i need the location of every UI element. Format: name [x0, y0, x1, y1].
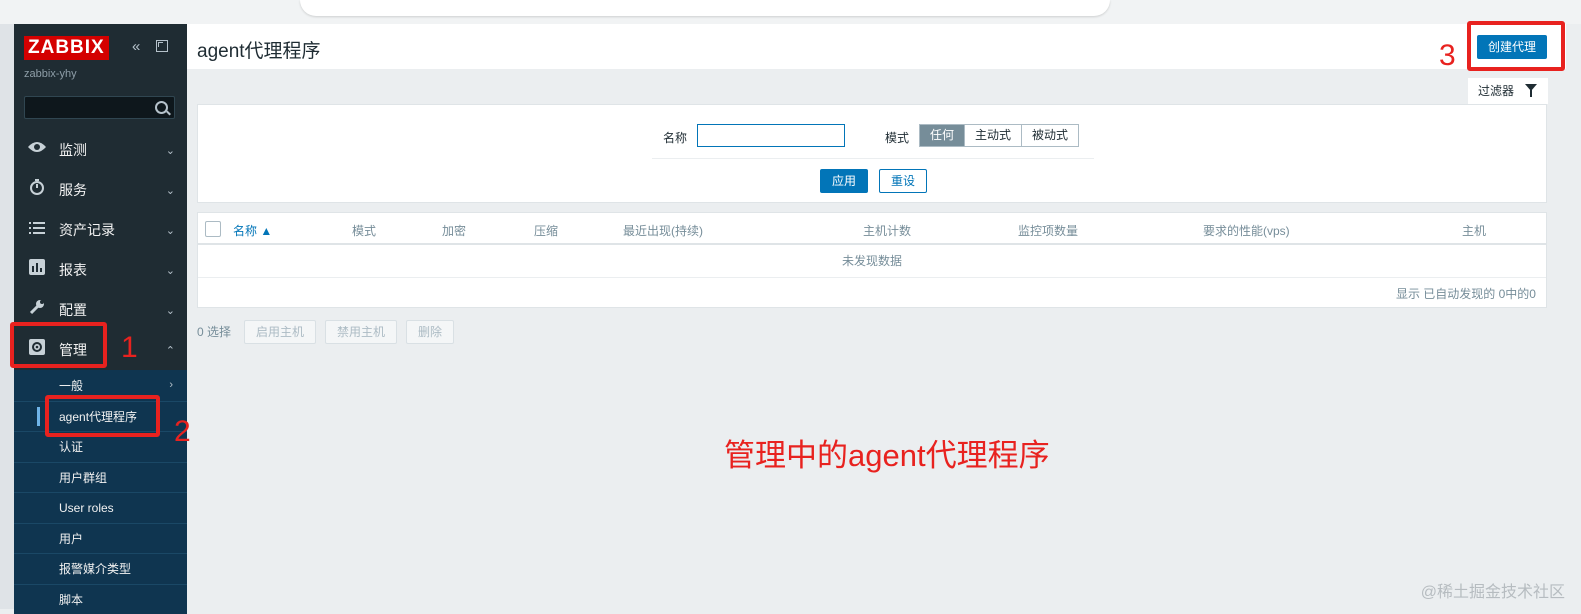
submenu-item-media-types[interactable]: 报警媒介类型: [14, 553, 187, 584]
table-empty-row: 未发现数据: [198, 245, 1546, 278]
filter-divider: [652, 158, 1094, 159]
enable-hosts-button[interactable]: 启用主机: [244, 320, 316, 344]
menu-item-inventory[interactable]: 资产记录 ⌄: [14, 210, 187, 250]
filter-tab[interactable]: 过滤器: [1468, 78, 1548, 104]
menu-item-services[interactable]: 服务 ⌄: [14, 170, 187, 210]
annotation-step-3: 3: [1439, 41, 1456, 71]
filter-mode-selector: 任何 主动式 被动式: [919, 124, 1079, 147]
filter-name-input[interactable]: [697, 124, 845, 147]
filter-mode-label: 模式: [885, 129, 909, 146]
chevron-down-icon: ⌄: [166, 184, 175, 197]
annotation-box-create: [1467, 21, 1565, 71]
annotation-box-proxies: [45, 395, 160, 437]
wrench-icon: [26, 299, 48, 321]
disable-hosts-button[interactable]: 禁用主机: [325, 320, 397, 344]
mode-option-active[interactable]: 主动式: [964, 125, 1021, 146]
selected-count: 0 选择: [197, 323, 231, 340]
chevron-up-icon: ⌃: [166, 344, 175, 357]
submenu-label: 用户: [59, 530, 83, 547]
menu-label: 资产记录: [59, 220, 115, 240]
kiosk-mode-icon[interactable]: [156, 40, 168, 52]
proxies-table: 名称 ▲ 模式 加密 压缩 最近出现(持续) 主机计数 监控项数量 要求的性能(…: [197, 212, 1547, 308]
watermark: @稀土掘金技术社区: [1421, 578, 1565, 602]
server-name: zabbix-yhy: [24, 68, 77, 80]
submenu-item-scripts[interactable]: 脚本: [14, 584, 187, 614]
eye-icon: [26, 140, 48, 160]
sidebar-search-input[interactable]: [24, 96, 175, 119]
menu-label: 配置: [59, 300, 87, 320]
annotation-step-2: 2: [174, 417, 191, 447]
column-required-vps: 要求的性能(vps): [1203, 222, 1290, 239]
chevron-down-icon: ⌄: [166, 304, 175, 317]
main-menu: 监测 ⌄ 服务 ⌄ 资产记录 ⌄ 报表 ⌄: [14, 130, 187, 614]
menu-label: 服务: [59, 180, 87, 200]
column-host-count: 主机计数: [863, 222, 911, 239]
sidebar: ZABBIX « zabbix-yhy 监测 ⌄ 服务 ⌄ 资产记录 ⌄: [14, 24, 187, 609]
column-mode: 模式: [352, 222, 376, 239]
column-compression: 压缩: [534, 222, 558, 239]
menu-label: 报表: [59, 260, 87, 280]
column-encryption: 加密: [442, 222, 466, 239]
column-item-count: 监控项数量: [1018, 222, 1078, 239]
submenu-label: 报警媒介类型: [59, 560, 131, 577]
reset-button[interactable]: 重设: [879, 169, 927, 193]
mode-option-any[interactable]: 任何: [920, 125, 964, 146]
table-pager-text: 显示 已自动发现的 0中的0: [1396, 285, 1536, 302]
chevron-down-icon: ⌄: [166, 144, 175, 157]
menu-label: 监测: [59, 140, 87, 160]
list-icon: [26, 220, 48, 240]
filter-panel: 名称 模式 任何 主动式 被动式 应用 重设: [197, 104, 1547, 203]
collapse-sidebar-icon[interactable]: «: [132, 38, 140, 56]
zabbix-logo[interactable]: ZABBIX: [24, 36, 109, 60]
chevron-down-icon: ⌄: [166, 264, 175, 277]
submenu-label: User roles: [59, 501, 114, 515]
submenu-label: 用户群组: [59, 469, 107, 486]
search-icon[interactable]: [155, 101, 168, 114]
submenu-item-users[interactable]: 用户: [14, 523, 187, 554]
filter-tab-label: 过滤器: [1478, 78, 1514, 104]
apply-button[interactable]: 应用: [820, 169, 868, 193]
browser-address-bar[interactable]: [300, 0, 1110, 16]
annotation-step-1: 1: [121, 333, 138, 363]
submenu-label: 认证: [59, 438, 83, 455]
column-last-seen: 最近出现(持续): [623, 222, 703, 239]
filter-name-label: 名称: [663, 129, 687, 146]
menu-item-reports[interactable]: 报表 ⌄: [14, 250, 187, 290]
browser-side-strip: [0, 24, 15, 609]
table-header: 名称 ▲ 模式 加密 压缩 最近出现(持续) 主机计数 监控项数量 要求的性能(…: [198, 213, 1546, 245]
column-hosts: 主机: [1462, 222, 1486, 239]
submenu-label: 脚本: [59, 591, 83, 608]
filter-icon: [1525, 84, 1537, 91]
column-name[interactable]: 名称 ▲: [233, 222, 272, 239]
annotation-caption: 管理中的agent代理程序: [724, 430, 1050, 475]
chevron-right-icon: ›: [169, 379, 173, 391]
bar-chart-icon: [26, 259, 48, 281]
menu-item-monitoring[interactable]: 监测 ⌄: [14, 130, 187, 170]
delete-button[interactable]: 删除: [406, 320, 454, 344]
annotation-box-administration: [10, 322, 107, 368]
submenu-item-user-groups[interactable]: 用户群组: [14, 462, 187, 493]
chevron-down-icon: ⌄: [166, 224, 175, 237]
submenu-item-user-roles[interactable]: User roles: [14, 492, 187, 523]
page-header: agent代理程序 创建代理: [187, 24, 1566, 69]
clock-icon: [26, 179, 48, 201]
select-all-checkbox[interactable]: [205, 221, 221, 237]
submenu-label: 一般: [59, 377, 83, 394]
page-title: agent代理程序: [197, 36, 321, 63]
mode-option-passive[interactable]: 被动式: [1021, 125, 1078, 146]
